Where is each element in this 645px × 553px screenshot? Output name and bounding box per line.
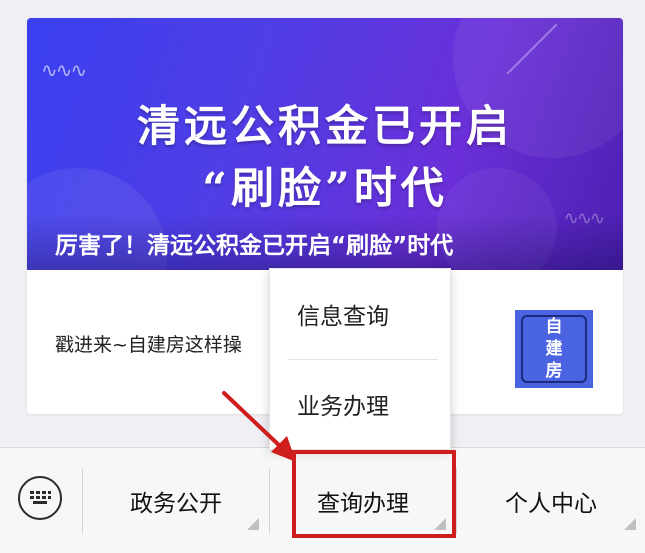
annotation-arrow-icon xyxy=(222,391,296,462)
